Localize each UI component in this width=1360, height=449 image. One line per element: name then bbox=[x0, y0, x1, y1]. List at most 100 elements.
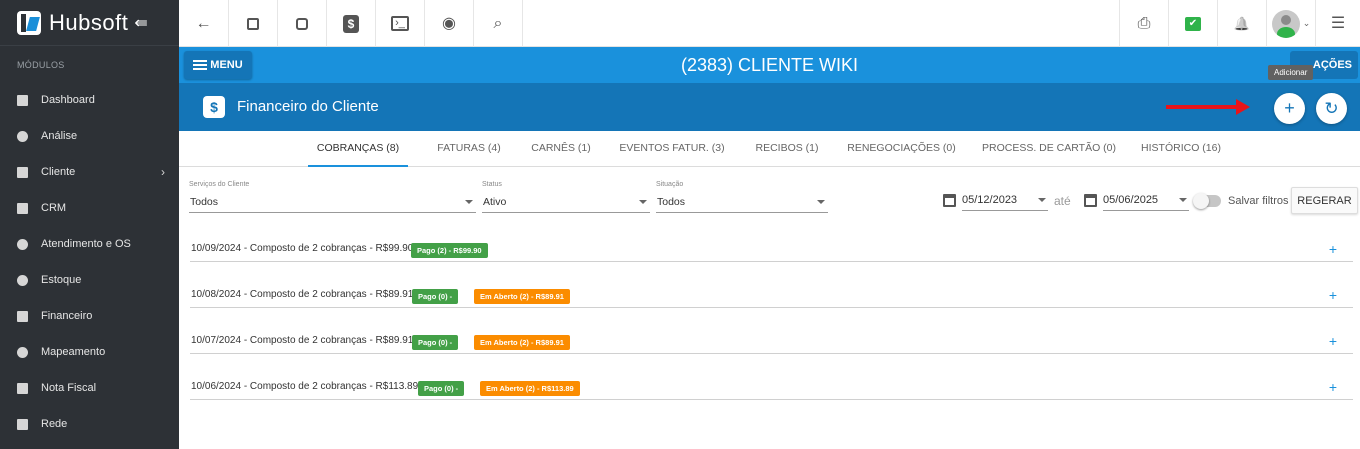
situacao-select[interactable]: Todos bbox=[656, 193, 828, 213]
charge-row[interactable]: 10/09/2024 - Composto de 2 cobranças - R… bbox=[190, 238, 1353, 262]
search-button[interactable]: ⌕ bbox=[474, 0, 523, 47]
salvar-filtros-toggle[interactable] bbox=[1193, 193, 1221, 209]
arrow-left-icon: ← bbox=[195, 14, 212, 32]
tab-historico[interactable]: HISTÓRICO (16) bbox=[1136, 131, 1226, 167]
filter-servicos: Serviços do Cliente Todos bbox=[189, 181, 476, 213]
calendar-icon bbox=[943, 194, 956, 207]
open-badge: Em Aberto (2) - R$113.89 bbox=[480, 381, 580, 396]
sidebar-item-label: Estoque bbox=[41, 274, 82, 286]
calendar-clock-icon bbox=[296, 17, 308, 30]
chevron-down-icon: ⌄ bbox=[1302, 18, 1311, 28]
schedule-button[interactable] bbox=[278, 0, 327, 47]
sidebar-item-label: Cliente bbox=[41, 166, 76, 178]
status-select[interactable]: Ativo bbox=[482, 193, 650, 213]
expand-plus-icon[interactable]: + bbox=[1329, 334, 1337, 348]
brand: Hubsoft ⇚ bbox=[0, 0, 179, 46]
user-menu-button[interactable]: ⌄ bbox=[1266, 0, 1315, 47]
paid-badge: Pago (0) - bbox=[412, 335, 459, 350]
paid-badge: Pago (0) - bbox=[412, 289, 459, 304]
pdf-button[interactable]: ⎙ bbox=[1119, 0, 1168, 47]
notifications-button[interactable]: 🔔 bbox=[1217, 0, 1266, 47]
sidebar-item-cliente[interactable]: Cliente › bbox=[0, 154, 179, 190]
salvar-filtros-label: Salvar filtros bbox=[1228, 195, 1289, 207]
sidebar-item-dashboard[interactable]: Dashboard bbox=[0, 82, 179, 118]
expand-plus-icon[interactable]: + bbox=[1329, 380, 1337, 394]
tab-process-cartao[interactable]: PROCESS. DE CARTÃO (0) bbox=[979, 131, 1119, 167]
tab-eventos-fatur[interactable]: EVENTOS FATUR. (3) bbox=[617, 131, 727, 167]
sidebar-item-label: Análise bbox=[41, 130, 78, 142]
sidebar-item-estoque[interactable]: Estoque bbox=[0, 262, 179, 298]
regerar-button[interactable]: REGERAR bbox=[1291, 187, 1358, 214]
tab-renegociacoes[interactable]: RENEGOCIAÇÕES (0) bbox=[844, 131, 959, 167]
expand-plus-icon[interactable]: + bbox=[1329, 288, 1337, 302]
tab-carnes[interactable]: CARNÊS (1) bbox=[526, 131, 596, 167]
sidebar-item-label: Mapeamento bbox=[41, 346, 106, 358]
annotation-arrow bbox=[1166, 105, 1238, 109]
charge-row[interactable]: 10/07/2024 - Composto de 2 cobranças - R… bbox=[190, 330, 1353, 354]
terminal-icon: ›_ bbox=[391, 16, 409, 31]
hubsoft-logo-icon bbox=[17, 10, 41, 35]
sidebar-item-label: Rede bbox=[41, 418, 68, 430]
eye-icon: ◉ bbox=[442, 14, 456, 32]
pie-chart-icon bbox=[17, 130, 28, 142]
caret-down-icon bbox=[465, 200, 473, 204]
avatar bbox=[1271, 9, 1300, 38]
section-title: Financeiro do Cliente bbox=[237, 98, 379, 115]
menu-button[interactable]: MENU bbox=[184, 51, 252, 79]
sidebar-item-mapeamento[interactable]: Mapeamento bbox=[0, 334, 179, 370]
date-to-field[interactable]: 05/06/2025 bbox=[1103, 191, 1189, 211]
dollar-icon: $ bbox=[343, 14, 359, 33]
select-value: Ativo bbox=[483, 196, 507, 208]
menu-button-label: MENU bbox=[210, 59, 243, 71]
sidebar-item-label: Financeiro bbox=[41, 310, 93, 322]
charge-summary: 10/07/2024 - Composto de 2 cobranças - R… bbox=[191, 335, 414, 346]
date-value: 05/06/2025 bbox=[1103, 194, 1159, 206]
chevron-right-icon: › bbox=[161, 165, 165, 179]
brand-name: Hubsoft bbox=[49, 9, 129, 35]
filter-label: Serviços do Cliente bbox=[189, 181, 250, 188]
tab-cobrancas[interactable]: COBRANÇAS (8) bbox=[308, 131, 408, 167]
sidebar-item-financeiro[interactable]: Financeiro bbox=[0, 298, 179, 334]
back-button[interactable]: ← bbox=[179, 0, 229, 47]
chat-button[interactable]: ✔ bbox=[1168, 0, 1217, 47]
expand-plus-icon[interactable]: + bbox=[1329, 242, 1337, 256]
sidebar-item-analise[interactable]: Análise bbox=[0, 118, 179, 154]
client-card-button[interactable] bbox=[229, 0, 278, 47]
collapse-sidebar-icon[interactable]: ⇚ bbox=[134, 13, 147, 33]
tab-faturas[interactable]: FATURAS (4) bbox=[429, 131, 509, 167]
section-header: $ Financeiro do Cliente + ↻ bbox=[179, 83, 1360, 131]
sidebar-item-atendimento[interactable]: Atendimento e OS bbox=[0, 226, 179, 262]
refresh-button[interactable]: ↻ bbox=[1316, 93, 1347, 124]
charge-row[interactable]: 10/08/2024 - Composto de 2 cobranças - R… bbox=[190, 284, 1353, 308]
financial-button[interactable]: $ bbox=[327, 0, 376, 47]
plus-icon: + bbox=[1284, 98, 1295, 118]
sidebar-item-crm[interactable]: CRM bbox=[0, 190, 179, 226]
paid-badge: Pago (2) - R$99.90 bbox=[411, 243, 488, 258]
add-button[interactable]: + bbox=[1274, 93, 1305, 124]
sidebar-item-label: Atendimento e OS bbox=[41, 238, 131, 250]
client-card-icon bbox=[17, 166, 28, 178]
client-title: (2383) CLIENTE WIKI bbox=[680, 55, 859, 75]
caret-down-icon bbox=[817, 200, 825, 204]
charge-summary: 10/08/2024 - Composto de 2 cobranças - R… bbox=[191, 289, 414, 300]
paid-badge: Pago (0) - bbox=[418, 381, 465, 396]
view-button[interactable]: ◉ bbox=[425, 0, 474, 47]
caret-down-icon bbox=[1038, 198, 1046, 202]
modules-section-label: MÓDULOS bbox=[17, 60, 65, 70]
date-from-field[interactable]: 05/12/2023 bbox=[962, 191, 1048, 211]
sidebar-item-rede[interactable]: Rede bbox=[0, 406, 179, 442]
list-icon: ☰ bbox=[1330, 14, 1346, 32]
sidebar-item-nota-fiscal[interactable]: Nota Fiscal bbox=[0, 370, 179, 406]
add-tooltip: Adicionar bbox=[1268, 65, 1314, 80]
servicos-select[interactable]: Todos bbox=[189, 193, 476, 213]
filter-label: Situação bbox=[656, 181, 684, 188]
search-icon: ⌕ bbox=[493, 14, 503, 32]
terminal-button[interactable]: ›_ bbox=[376, 0, 425, 47]
charge-summary: 10/09/2024 - Composto de 2 cobranças - R… bbox=[191, 243, 414, 254]
tab-recibos[interactable]: RECIBOS (1) bbox=[749, 131, 825, 167]
box-icon bbox=[17, 274, 28, 286]
crm-board-icon bbox=[17, 202, 28, 214]
list-menu-button[interactable]: ☰ bbox=[1315, 0, 1360, 47]
charge-row[interactable]: 10/06/2024 - Composto de 2 cobranças - R… bbox=[190, 376, 1353, 400]
chat-check-icon: ✔ bbox=[1185, 16, 1201, 31]
